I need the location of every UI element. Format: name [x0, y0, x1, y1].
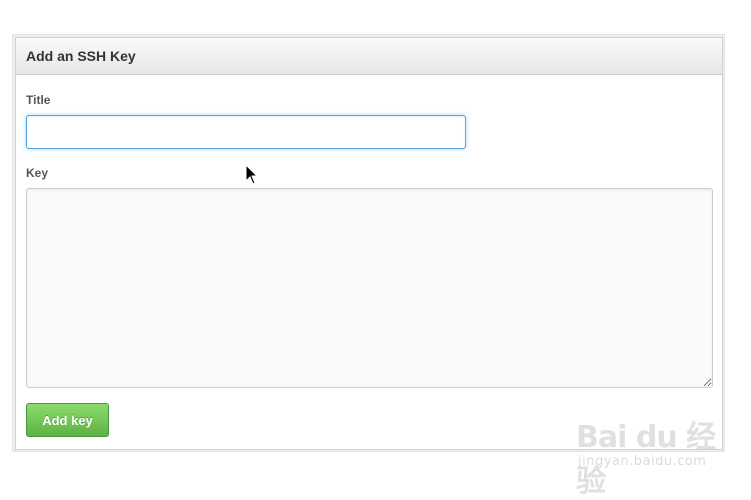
add-key-button[interactable]: Add key: [26, 403, 109, 437]
baidu-jingyan-watermark: Bai du 经验 jingyan.baidu.com: [576, 412, 726, 499]
title-input[interactable]: [26, 115, 466, 149]
key-textarea[interactable]: [26, 188, 713, 388]
key-label: Key: [26, 166, 49, 180]
panel-title: Add an SSH Key: [16, 38, 722, 75]
watermark-url: jingyan.baidu.com: [578, 454, 707, 469]
add-ssh-key-panel: Add an SSH Key Title Key Add key: [15, 37, 723, 450]
mouse-pointer-icon: [245, 164, 259, 185]
title-label: Title: [26, 93, 51, 107]
